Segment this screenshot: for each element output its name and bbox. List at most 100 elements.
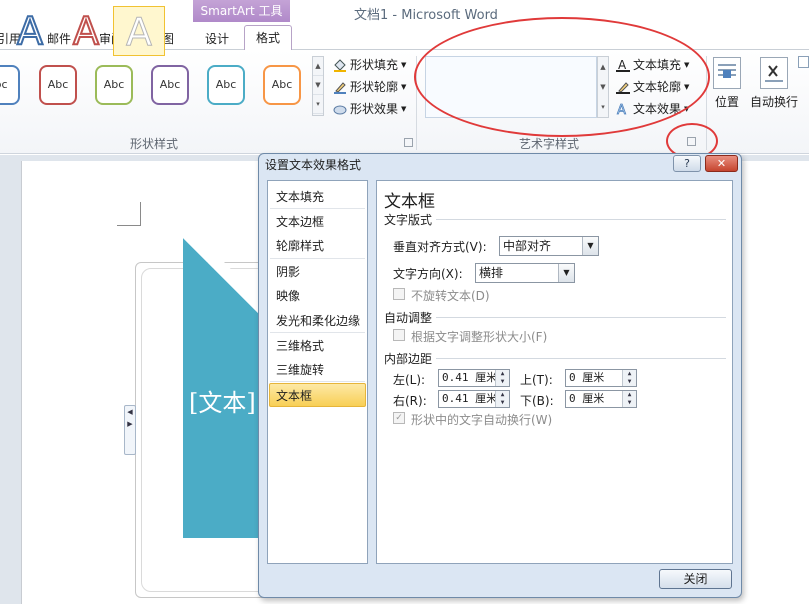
position-button[interactable]: 位置 — [711, 57, 743, 110]
nav-text-fill[interactable]: 文本填充 — [276, 188, 324, 205]
no-rotate-checkbox[interactable] — [393, 288, 405, 300]
shape-effects-button[interactable]: 形状效果 ▼ — [333, 100, 406, 117]
position-icon — [713, 57, 741, 89]
vertical-align-select[interactable]: 中部对齐 ▼ — [499, 236, 599, 256]
internal-margin-heading: 内部边距 — [384, 352, 433, 366]
spinner-buttons[interactable]: ▲ ▼ — [622, 370, 636, 386]
nav-text-box[interactable]: 文本框 — [276, 387, 312, 404]
nav-shadow[interactable]: 阴影 — [276, 263, 300, 280]
window-title: 文档1 - Microsoft Word — [354, 8, 498, 23]
spinner-buttons[interactable]: ▲ ▼ — [495, 370, 509, 386]
spinner-buttons[interactable]: ▲ ▼ — [495, 391, 509, 407]
close-icon[interactable]: ✕ — [705, 155, 738, 172]
wordart-style-blue[interactable]: A — [4, 6, 56, 56]
left-margin-label: 左(L): — [393, 373, 426, 387]
wrap-text-checkbox[interactable]: ✓ — [393, 412, 405, 424]
wordart-style-white-selected[interactable]: A — [113, 6, 165, 56]
nav-reflection[interactable]: 映像 — [276, 287, 300, 304]
shape-style-red[interactable]: Abc — [39, 65, 77, 105]
section-divider — [436, 358, 726, 359]
more-icon[interactable]: ▾ — [313, 95, 323, 114]
nav-outline-style[interactable]: 轮廓样式 — [276, 237, 324, 254]
chevron-down-icon[interactable]: ▼ — [558, 264, 574, 282]
wordart-style-red[interactable]: A — [60, 6, 112, 56]
nav-divider — [270, 332, 365, 333]
chevron-right-icon: ◀ — [127, 408, 133, 416]
spin-up-icon[interactable]: ▲ — [623, 370, 636, 378]
spin-down-icon[interactable]: ▼ — [496, 378, 509, 386]
shape-effects-icon — [333, 102, 347, 116]
bottom-margin-label: 下(B): — [520, 394, 554, 408]
shape-fill-label: 形状填充 — [350, 58, 399, 72]
spin-down-icon[interactable]: ▼ — [496, 399, 509, 407]
nav-text-border[interactable]: 文本边框 — [276, 213, 324, 230]
chevron-down-icon: ▼ — [401, 82, 407, 91]
shape-style-orange[interactable]: Abc — [263, 65, 301, 105]
wrap-text-button[interactable]: 自动换行 — [750, 57, 798, 110]
nav-glow-soft-edges[interactable]: 发光和柔化边缘 — [276, 312, 360, 329]
spin-up-icon[interactable]: ▲ — [496, 391, 509, 399]
no-rotate-label: 不旋转文本(D) — [411, 289, 490, 303]
shape-fill-button[interactable]: 形状填充 ▼ — [333, 56, 406, 73]
vertical-align-label: 垂直对齐方式(V): — [393, 240, 487, 254]
left-margin-value: 0.41 厘米 — [442, 371, 498, 384]
help-button[interactable]: ? — [673, 155, 701, 172]
shape-styles-launcher-icon[interactable] — [404, 138, 413, 147]
shape-style-blue[interactable]: bc — [0, 65, 20, 105]
text-layout-heading: 文字版式 — [384, 213, 433, 227]
smartart-text-pane-toggle[interactable]: ◀ ▶ — [124, 405, 136, 455]
spinner-buttons[interactable]: ▲ ▼ — [622, 391, 636, 407]
content-title: 文本框 — [384, 192, 435, 212]
right-margin-value: 0.41 厘米 — [442, 392, 498, 405]
smartart-text-placeholder[interactable]: [文本] — [189, 383, 256, 418]
shape-style-aqua[interactable]: Abc — [207, 65, 245, 105]
top-margin-value: 0 厘米 — [569, 371, 605, 384]
text-direction-value: 横排 — [479, 266, 504, 280]
wrap-text-icon — [760, 57, 788, 89]
chevron-down-icon[interactable]: ▼ — [582, 237, 598, 255]
overflow-command[interactable] — [798, 56, 809, 68]
top-margin-spinner[interactable]: 0 厘米 ▲ ▼ — [565, 369, 637, 387]
scroll-down-icon[interactable]: ▼ — [313, 76, 323, 95]
margin-crop-mark — [117, 202, 141, 226]
spin-up-icon[interactable]: ▲ — [496, 370, 509, 378]
shape-style-green[interactable]: Abc — [95, 65, 133, 105]
nav-divider — [270, 258, 365, 259]
bring-forward-icon — [798, 56, 809, 68]
right-margin-spinner[interactable]: 0.41 厘米 ▲ ▼ — [438, 390, 510, 408]
bottom-margin-value: 0 厘米 — [569, 392, 605, 405]
pen-icon — [333, 80, 347, 94]
spin-down-icon[interactable]: ▼ — [623, 378, 636, 386]
wordart-styles-group-label: 艺术字样式 — [519, 137, 580, 151]
resize-shape-label: 根据文字调整形状大小(F) — [411, 330, 548, 344]
tab-format[interactable]: 格式 — [244, 25, 292, 51]
shape-styles-group-label: 形状样式 — [130, 137, 179, 151]
smartart-tools-header: SmartArt 工具 — [193, 0, 290, 22]
shape-style-purple[interactable]: Abc — [151, 65, 189, 105]
chevron-down-icon: ▼ — [401, 104, 407, 113]
tab-design[interactable]: 设计 — [205, 30, 229, 47]
annotation-circle-wordart — [414, 17, 710, 137]
spin-down-icon[interactable]: ▼ — [623, 399, 636, 407]
nav-divider — [270, 208, 365, 209]
wrap-text-in-shape-label: 形状中的文字自动换行(W) — [411, 413, 553, 427]
vertical-align-value: 中部对齐 — [503, 239, 552, 253]
nav-divider — [270, 381, 365, 382]
spin-up-icon[interactable]: ▲ — [623, 391, 636, 399]
text-direction-select[interactable]: 横排 ▼ — [475, 263, 575, 283]
nav-3d-rotation[interactable]: 三维旋转 — [276, 361, 324, 378]
wrap-text-label: 自动换行 — [750, 95, 799, 109]
bottom-margin-spinner[interactable]: 0 厘米 ▲ ▼ — [565, 390, 637, 408]
close-button[interactable]: 关闭 — [659, 569, 732, 589]
chevron-down-icon: ▼ — [401, 60, 407, 69]
right-margin-label: 右(R): — [393, 394, 427, 408]
section-divider — [436, 219, 726, 220]
nav-3d-format[interactable]: 三维格式 — [276, 337, 324, 354]
shape-outline-button[interactable]: 形状轮廓 ▼ — [333, 78, 406, 95]
resize-shape-checkbox[interactable] — [393, 329, 405, 341]
left-margin-spinner[interactable]: 0.41 厘米 ▲ ▼ — [438, 369, 510, 387]
scroll-up-icon[interactable]: ▲ — [313, 57, 323, 76]
shape-styles-scroll[interactable]: ▲ ▼ ▾ — [312, 56, 324, 116]
dialog-title: 设置文本效果格式 — [265, 158, 362, 172]
top-margin-label: 上(T): — [520, 373, 553, 387]
